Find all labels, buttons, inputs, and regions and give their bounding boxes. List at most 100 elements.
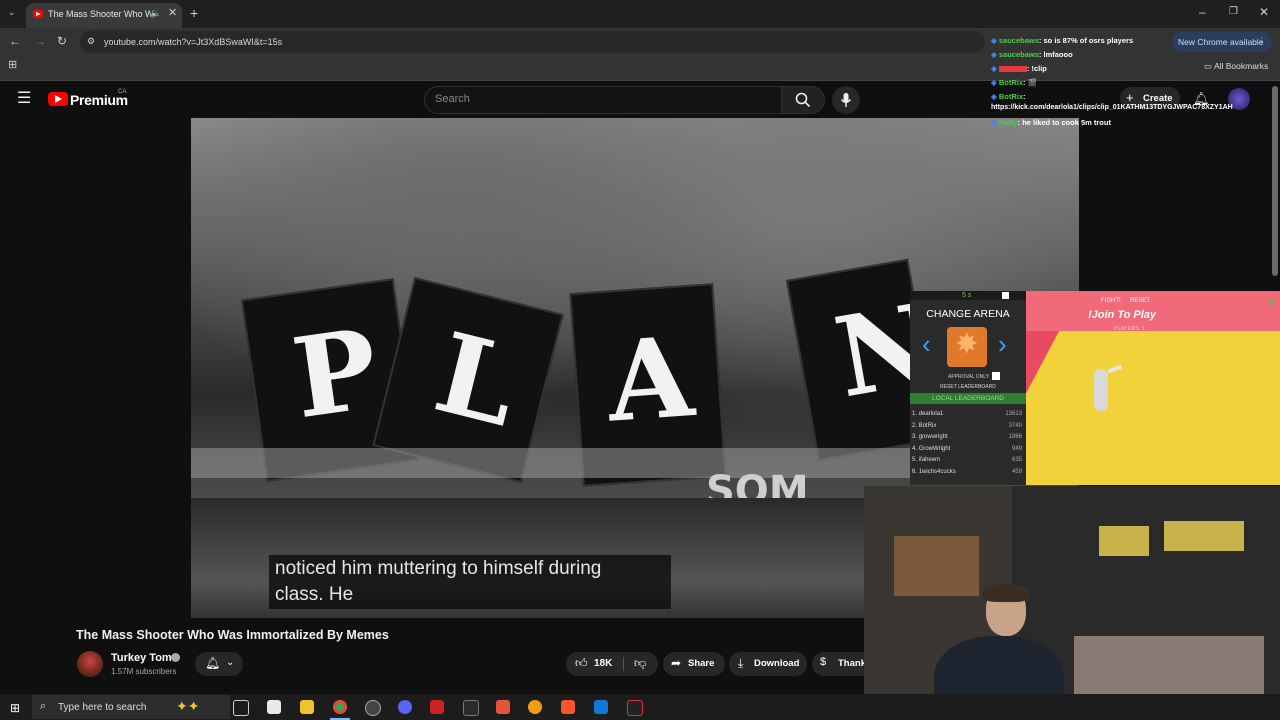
- sparkle-icon: ✦✦: [176, 698, 200, 714]
- page-scrollbar[interactable]: [1272, 86, 1278, 276]
- approval-checkbox[interactable]: [992, 372, 1000, 380]
- taskbar-search-placeholder: Type here to search: [58, 702, 147, 713]
- channel-name[interactable]: Turkey Tom: [111, 652, 172, 664]
- chat-message: ◈ saucebaws: lmfaooo: [991, 50, 1073, 59]
- brave-icon[interactable]: [561, 700, 575, 714]
- vscode-icon[interactable]: [594, 700, 608, 714]
- chat-badge-icon: ◈: [991, 78, 997, 87]
- local-leaderboard-header: LOCAL LEADERBOARD: [910, 393, 1026, 404]
- chat-badge-icon: ◈: [991, 64, 997, 73]
- blender-icon[interactable]: [528, 700, 542, 714]
- webcam-overlay: [864, 486, 1280, 720]
- close-window-icon[interactable]: ✕: [1259, 6, 1269, 18]
- game-timer: 5 s: [962, 292, 972, 299]
- file-explorer-icon[interactable]: [300, 700, 314, 714]
- hamburger-menu-icon[interactable]: ☰: [17, 91, 31, 107]
- new-tab-icon[interactable]: +: [190, 6, 198, 20]
- search-input[interactable]: Search: [424, 86, 783, 114]
- channel-avatar[interactable]: [77, 651, 103, 677]
- arena-prev-icon[interactable]: ‹: [922, 331, 931, 357]
- thumbs-down-icon: 👎︎: [634, 656, 647, 670]
- app-icon-dark[interactable]: [627, 700, 643, 716]
- subscriber-count: 1.57M subscribers: [111, 667, 177, 676]
- chat-message: ◈ BotRix: 🎬: [991, 78, 1037, 87]
- fight-label[interactable]: FIGHT!: [1101, 298, 1121, 304]
- search-placeholder: Search: [435, 93, 470, 105]
- dislike-button[interactable]: 👎︎: [626, 652, 658, 676]
- subscribed-button[interactable]: 🔔︎ ⌄: [195, 652, 243, 676]
- youtube-logo-icon[interactable]: [48, 92, 68, 106]
- voice-meeter-icon[interactable]: [430, 700, 444, 714]
- site-info-icon[interactable]: ⚙: [87, 37, 95, 46]
- like-button[interactable]: 👍︎ 18K: [566, 652, 622, 676]
- plus-icon: +: [1126, 90, 1134, 105]
- task-view-icon[interactable]: [233, 700, 249, 716]
- share-label: Share: [688, 658, 715, 669]
- settings-gear-icon[interactable]: ⚙: [1266, 297, 1274, 308]
- game-menu-panel: 5 s CHANGE ARENA ‹ ✸ › APPROVAL ONLY RES…: [910, 291, 1026, 485]
- leaderboard-row: 3. growwright 1866: [912, 434, 1022, 440]
- bookmarks-bar: [0, 56, 1280, 81]
- youtube-favicon: [33, 10, 43, 18]
- search-icon: [795, 92, 811, 108]
- checkbox-icon[interactable]: [1002, 292, 1009, 299]
- reload-icon[interactable]: ↻: [57, 35, 67, 47]
- chat-message: https://kick.com/dearlola1/clips/clip_01…: [991, 104, 1233, 111]
- url-text[interactable]: youtube.com/watch?v=Jt3XdBSwaWI&t=15s: [104, 37, 282, 47]
- approval-only-label: APPROVAL ONLY: [948, 374, 990, 380]
- divider: [623, 657, 624, 671]
- arena-next-icon[interactable]: ›: [998, 331, 1007, 357]
- arena-thumbnail: ✸: [947, 327, 987, 367]
- chat-message: ◈ : !clip: [991, 64, 1047, 73]
- app-icon[interactable]: [267, 700, 281, 714]
- leaderboard-row: 5. ifaheem 635: [912, 457, 1022, 463]
- apps-icon[interactable]: ⊞: [8, 60, 17, 71]
- discord-icon[interactable]: [398, 700, 412, 714]
- player-character: [1094, 369, 1108, 411]
- app-icon-red[interactable]: [496, 700, 510, 714]
- download-icon: ⤓: [738, 656, 744, 670]
- tab-title: The Mass Shooter Who Was Immortalized By…: [48, 9, 152, 19]
- folder-icon: ▭: [1204, 61, 1213, 71]
- all-bookmarks[interactable]: ▭ All Bookmarks: [1204, 61, 1268, 72]
- chat-message: ◈ BotRix:: [991, 92, 1026, 101]
- new-chrome-button[interactable]: New Chrome available ⋮: [1172, 32, 1272, 52]
- local-leaderboard-label: LOCAL LEADERBOARD: [931, 395, 1004, 402]
- bell-icon: 🔔︎: [205, 656, 221, 670]
- search-icon: ⌕: [40, 700, 47, 712]
- taskbar-search[interactable]: ⌕ Type here to search ✦✦: [32, 695, 230, 719]
- speaker-icon[interactable]: 🔈: [150, 9, 161, 18]
- obs-icon[interactable]: [365, 700, 381, 716]
- thanks-button[interactable]: $ Thank: [812, 652, 872, 676]
- browser-tab[interactable]: The Mass Shooter Who Was Immortalized By…: [26, 3, 182, 28]
- star-icon: ✸: [955, 328, 979, 359]
- reset-label[interactable]: RESET: [1130, 298, 1150, 304]
- verified-icon: [171, 653, 180, 662]
- forward-icon[interactable]: →: [34, 35, 46, 47]
- search-button[interactable]: [781, 86, 825, 114]
- voice-search-button[interactable]: [832, 86, 860, 114]
- maximize-icon[interactable]: ❐: [1229, 7, 1238, 17]
- tab-search-icon[interactable]: ⌄: [8, 8, 16, 17]
- app-icon-x[interactable]: [463, 700, 479, 716]
- players-count: PLAYERS: 1: [1114, 326, 1146, 332]
- chat-message: ◈ saucebaws: so is 87% of osrs players: [991, 36, 1134, 45]
- video-title: The Mass Shooter Who Was Immortalized By…: [76, 628, 389, 642]
- windows-start-icon[interactable]: ⊞: [10, 701, 20, 715]
- leaderboard-row: 4. GrowWright 949: [912, 446, 1022, 452]
- minimize-icon[interactable]: –: [1199, 6, 1206, 18]
- menu-icon: ⋮: [1257, 36, 1266, 46]
- reset-leaderboard-label[interactable]: RESET LEADERBOARD: [910, 384, 1026, 390]
- close-tab-icon[interactable]: ✕: [168, 8, 177, 19]
- chat-message: ◈ Nulty: he liked to cook 5m trout: [991, 118, 1111, 127]
- back-icon[interactable]: ←: [9, 35, 21, 47]
- share-icon: ➦: [671, 656, 682, 670]
- thumbs-up-icon: 👍︎: [575, 656, 588, 670]
- share-button[interactable]: ➦ Share: [663, 652, 725, 676]
- window-pane: [1164, 521, 1244, 551]
- join-to-play: !Join To Play: [1088, 309, 1157, 321]
- region-code: CA: [118, 89, 127, 95]
- chrome-icon[interactable]: [333, 700, 347, 714]
- chat-badge-icon: ◈: [991, 118, 997, 127]
- download-button[interactable]: ⤓ Download: [729, 652, 807, 676]
